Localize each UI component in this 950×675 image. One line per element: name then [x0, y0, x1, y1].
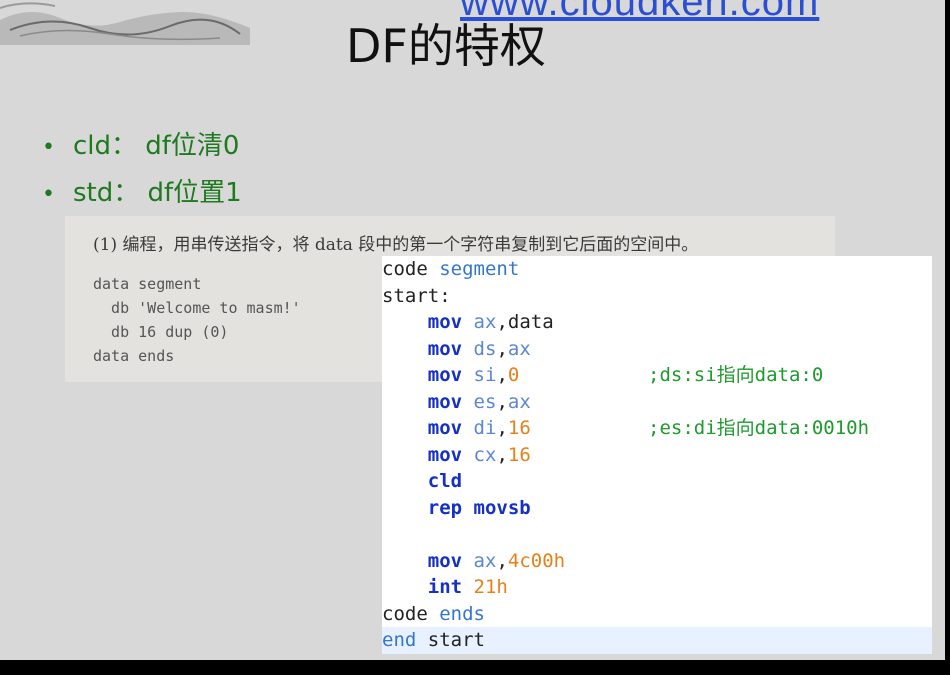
code-comment: ;es:di指向data:0010h	[648, 417, 870, 439]
bottom-border	[0, 660, 950, 675]
right-border	[945, 0, 950, 675]
code-line: mov es,ax	[427, 390, 531, 413]
bullet-text: cld： df位清0	[72, 131, 240, 161]
code-line: start:	[382, 284, 451, 307]
code-editor[interactable]: code segment start: mov ax,data mov ds,a…	[382, 256, 932, 654]
code-line: cld	[427, 470, 463, 492]
code-line: rep movsb	[427, 496, 531, 519]
code-line: int 21h	[427, 576, 508, 598]
bullet-cld: • cld： df位清0	[42, 125, 239, 162]
code-line: code segment	[382, 258, 520, 280]
data-segment-code: data segment db 'Welcome to masm!' db 16…	[93, 272, 301, 368]
bullet-dot-icon: •	[42, 135, 55, 160]
code-comment: ;ds:si指向data:0	[648, 364, 824, 386]
code-line-current: end start	[382, 627, 932, 654]
code-line: mov ds,ax	[427, 337, 531, 360]
code-line: code ends	[382, 602, 485, 625]
code-line: mov ax,4c00h	[427, 549, 566, 572]
bullet-std: • std： df位置1	[42, 172, 242, 209]
code-line: data ends	[93, 347, 175, 365]
bullet-text: std： df位置1	[72, 178, 242, 208]
landscape-ink-painting	[0, 2, 250, 45]
code-line: mov cx,16	[427, 443, 531, 466]
slide: www.cloudkeri.com DF的特权 • cld： df位清0 • std…	[0, 0, 945, 660]
page-title: DF的特权	[346, 19, 546, 73]
code-line: mov di,16 ;es:di指向data:0010h	[382, 415, 932, 442]
code-line: mov ax,data	[427, 311, 554, 333]
code-line: data segment	[93, 275, 202, 293]
exercise-heading: (1) 编程，用串传送指令，将 data 段中的第一个字符串复制到它后面的空间中…	[93, 235, 699, 255]
code-line: mov si,0 ;ds:si指向data:0	[382, 362, 932, 389]
code-line: db 16 dup (0)	[93, 323, 229, 341]
bullet-dot-icon: •	[42, 182, 55, 207]
code-line: db 'Welcome to masm!'	[93, 299, 301, 317]
